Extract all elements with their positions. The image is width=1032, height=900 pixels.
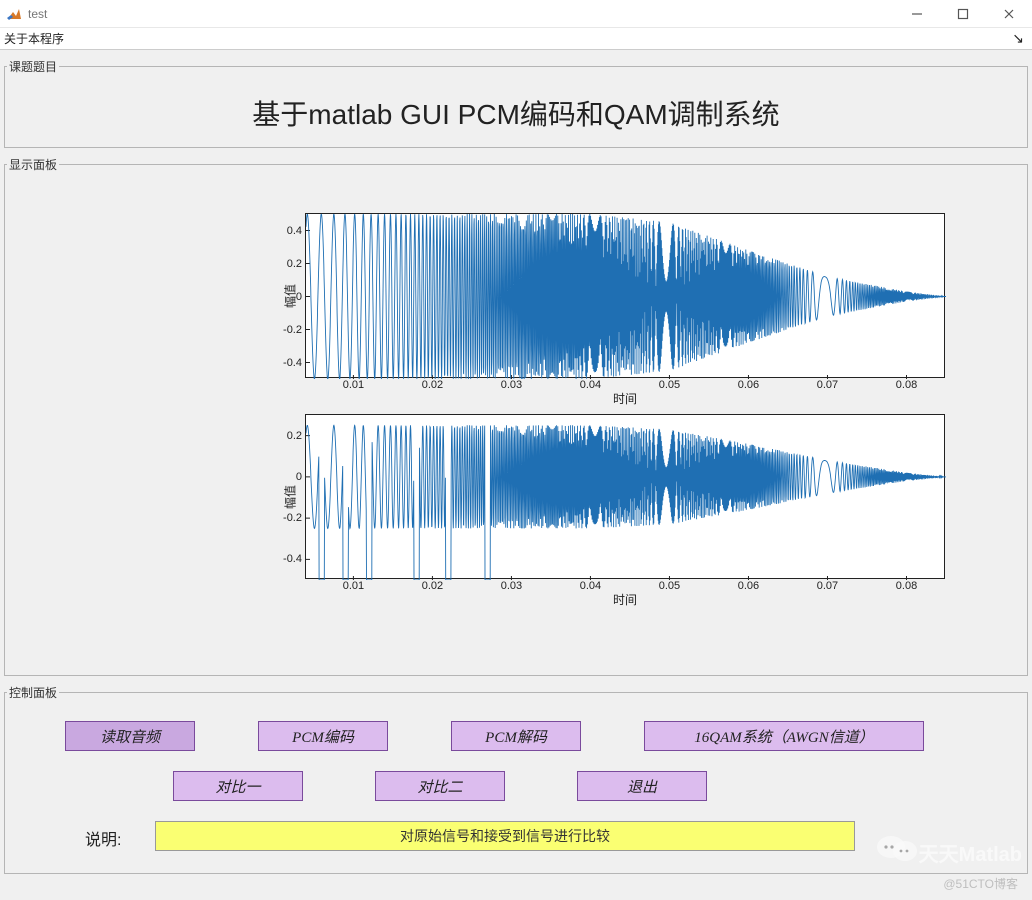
titlebar: test	[0, 0, 1032, 28]
menubar: 关于本程序 ↘	[0, 28, 1032, 50]
explain-label: 说明:	[85, 826, 121, 850]
display-panel: 显示面板 幅值 -0.4-0.200.20.4 0.010.020.030.04…	[4, 156, 1028, 676]
display-panel-legend: 显示面板	[7, 156, 59, 173]
pcm-decode-button[interactable]: PCM解码	[451, 721, 581, 751]
status-text: 对原始信号和接受到信号进行比较	[155, 821, 855, 851]
axes2-yticks: -0.4-0.200.2	[270, 415, 302, 578]
axes-received-signal: 幅值 -0.4-0.200.2 0.010.020.030.040.050.06…	[305, 414, 945, 579]
axes2-xlabel: 时间	[306, 591, 944, 608]
axes-original-signal: 幅值 -0.4-0.200.20.4 0.010.020.030.040.050…	[305, 213, 945, 378]
page-title: 基于matlab GUI PCM编码和QAM调制系统	[5, 93, 1027, 133]
axes1-yticks: -0.4-0.200.20.4	[270, 214, 302, 377]
title-panel: 课题题目 基于matlab GUI PCM编码和QAM调制系统	[4, 58, 1028, 148]
chat-bubble-icon	[875, 832, 919, 872]
axes1-xlabel: 时间	[306, 390, 944, 407]
watermark-brand: 天天Matlab	[875, 832, 1022, 872]
pcm-encode-button[interactable]: PCM编码	[258, 721, 388, 751]
title-panel-legend: 课题题目	[7, 58, 59, 75]
watermark-brand-text: 天天Matlab	[919, 838, 1022, 867]
watermark-site: @51CTO博客	[943, 875, 1018, 892]
compare1-button[interactable]: 对比一	[173, 771, 303, 801]
toolbar-overflow-icon[interactable]: ↘	[1012, 30, 1028, 47]
compare2-button[interactable]: 对比二	[375, 771, 505, 801]
exit-button[interactable]: 退出	[577, 771, 707, 801]
control-panel-legend: 控制面板	[7, 684, 59, 701]
window-title: test	[28, 7, 47, 21]
qam-system-button[interactable]: 16QAM系统（AWGN信道）	[644, 721, 924, 751]
minimize-button[interactable]	[894, 0, 940, 28]
read-audio-button[interactable]: 读取音频	[65, 721, 195, 751]
maximize-button[interactable]	[940, 0, 986, 28]
close-button[interactable]	[986, 0, 1032, 28]
menu-about[interactable]: 关于本程序	[4, 30, 64, 47]
matlab-icon	[6, 6, 22, 22]
